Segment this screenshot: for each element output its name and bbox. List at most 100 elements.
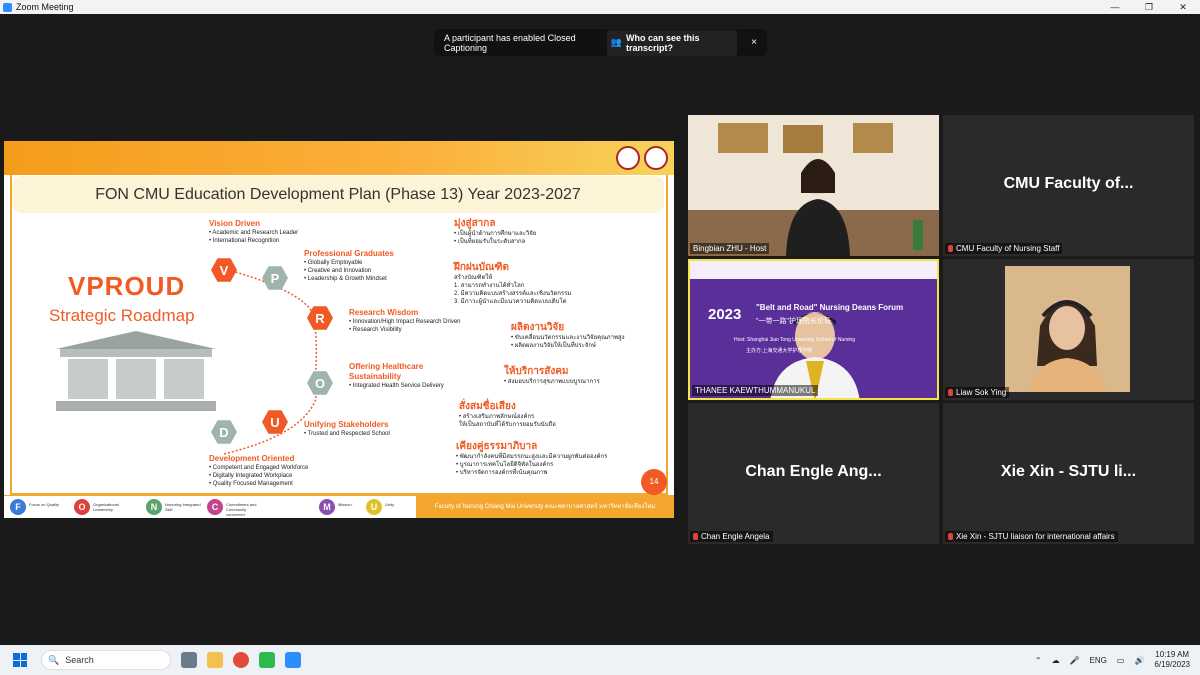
participant-name: THANEE KAEWTHUMMANUKUL — [695, 386, 816, 395]
muted-mic-icon — [948, 245, 953, 252]
microphone-icon[interactable]: 🎤 — [1070, 656, 1080, 665]
thai-item: • ผลิตผลงานวิจัยให้เป็นที่ประจักษ์ — [511, 343, 597, 349]
pillar-item: • Research Visibility — [349, 327, 402, 333]
window-title: Zoom Meeting — [16, 2, 74, 12]
host-video — [688, 115, 939, 256]
thai-item: 3. มีภาวะผู้นำและมีแนวความคิดแบบเติบโต — [454, 299, 567, 305]
participant-name-bar: CMU Faculty of Nursing Staff — [945, 243, 1063, 254]
participant-name: CMU Faculty of Nursing Staff — [956, 244, 1060, 253]
participant-tile-liaw[interactable]: Liaw Sok Ying — [943, 259, 1194, 400]
pillar-item: • Integrated Health Service Delivery — [349, 383, 444, 389]
participant-tile-cmu[interactable]: CMU Faculty of... CMU Faculty of Nursing… — [943, 115, 1194, 256]
participant-name-bar: Chan Engle Angela — [690, 531, 773, 542]
participant-tile-xie[interactable]: Xie Xin - SJTU li... Xie Xin - SJTU liai… — [943, 403, 1194, 544]
slide-footer: Faculty of Nursing Chiang Mai University… — [416, 496, 674, 518]
forum-year: 2023 — [708, 306, 742, 323]
language-indicator[interactable]: ENG — [1090, 656, 1107, 665]
clock-time: 10:19 AM — [1155, 650, 1190, 659]
participant-tile-speaker[interactable]: 2023 "Belt and Road" Nursing Deans Forum… — [688, 259, 939, 400]
file-explorer-icon[interactable] — [207, 652, 223, 668]
clock-date: 6/19/2023 — [1154, 660, 1190, 669]
vproud-title: VPROUD — [68, 271, 186, 301]
participant-name: Chan Engle Angela — [701, 532, 770, 541]
zoom-taskbar-icon[interactable] — [285, 652, 301, 668]
start-button[interactable] — [13, 653, 27, 667]
display-icon[interactable]: ▭ — [1117, 656, 1125, 665]
transcript-visibility-label: Who can see this transcript? — [626, 32, 700, 53]
pillar-vision: Vision Driven • Academic and Research Le… — [209, 219, 298, 245]
chevron-up-icon[interactable]: ⌃ — [1035, 656, 1042, 665]
pillar-research: Research Wisdom • Innovation/High Impact… — [349, 308, 461, 334]
participant-tile-host[interactable]: Bingbian ZHU - Host — [688, 115, 939, 256]
thai-item: • บูรณาการเทคโนโลยีดิจิทัลในองค์กร — [456, 462, 554, 468]
forum-host-cn: 主办方:上海交通大学护理学院 — [746, 348, 813, 354]
temple-graphic — [56, 331, 216, 411]
thai-item: • เป็นผู้นำด้านการศึกษาและวิจัย — [454, 231, 537, 237]
thai-title: ให้บริการสังคม — [504, 366, 569, 377]
thai-item: • พัฒนากำลังคนที่มีสมรรถนะสูงและมีความผู… — [456, 454, 608, 460]
participant-display-name: CMU Faculty of... — [1003, 175, 1134, 192]
maximize-button[interactable]: ❐ — [1132, 0, 1166, 14]
value-circle-m: M — [319, 499, 335, 515]
onedrive-icon[interactable]: ☁ — [1052, 656, 1060, 665]
slide-top-band — [4, 141, 674, 175]
search-label: Search — [65, 655, 94, 665]
pillar-title: Development Oriented — [209, 454, 295, 463]
muted-mic-icon — [948, 389, 953, 396]
thai-item: • ส่งมอบบริการสุขภาพแบบบูรณาการ — [504, 379, 600, 385]
close-icon[interactable]: × — [751, 37, 757, 48]
system-tray: ⌃ ☁ 🎤 ENG ▭ 🔊 10:19 AM 6/19/2023 — [1035, 645, 1190, 675]
pillar-item: • Globally Employable — [304, 260, 363, 266]
pillar-item: • Competent and Engaged Workforce — [209, 465, 309, 471]
participant-display-name: Xie Xin - SJTU li... — [1000, 463, 1137, 480]
search-icon: 🔍 — [48, 654, 60, 665]
pillar-professional: Professional Graduates • Globally Employ… — [304, 249, 394, 283]
windows-taskbar: 🔍 Search ⌃ ☁ 🎤 ENG ▭ 🔊 10:19 AM 6/19/202… — [0, 645, 1200, 675]
value-label: Commitment and Community concerned — [226, 502, 257, 517]
thai-title: ฝึกฝนบัณฑิต — [454, 262, 510, 273]
value-label: Organizational Leadership — [93, 502, 119, 512]
thai-item: 2. มีความคิดแบบสร้างสรรค์และเชิงนวัตกรรม — [454, 291, 572, 297]
taskbar-apps — [181, 652, 301, 668]
system-clock[interactable]: 10:19 AM 6/19/2023 — [1154, 650, 1190, 670]
caption-message: A participant has enabled Closed Caption… — [444, 32, 576, 53]
participant-name-bar: Bingbian ZHU - Host — [690, 243, 770, 254]
thai-block-5: สั่งสมชื่อเสียง • สร้างเสริมภาพลักษณ์องค… — [459, 400, 556, 429]
forum-title: "Belt and Road" Nursing Deans Forum — [756, 303, 904, 312]
participant-display-name: Chan Engle Ang... — [745, 463, 882, 480]
transcript-visibility-button[interactable]: 👥 Who can see this transcript? — [606, 29, 738, 56]
thai-title: ผลิตงานวิจัย — [511, 322, 565, 333]
camera-app-icon[interactable] — [181, 652, 197, 668]
pillar-development: Development Oriented • Competent and Eng… — [209, 454, 308, 488]
zoom-app-icon — [3, 2, 12, 12]
thai-block-4: ให้บริการสังคม • ส่งมอบบริการสุขภาพแบบบู… — [504, 365, 600, 386]
participant-name: Liaw Sok Ying — [956, 388, 1007, 397]
pillar-item: • Leadership & Growth Mindset — [304, 276, 387, 282]
shared-screen: FON CMU Education Development Plan (Phas… — [4, 141, 674, 518]
window-controls: — ❐ ✕ — [1098, 0, 1200, 14]
thai-block-1: มุ่งสู่สากล • เป็นผู้นำด้านการศึกษาและวิ… — [454, 217, 536, 246]
pillar-title: Vision Driven — [209, 219, 260, 228]
roadmap-subtitle: Strategic Roadmap — [49, 306, 195, 325]
line-app-icon[interactable] — [259, 652, 275, 668]
nurse-cmu-logo — [644, 146, 668, 170]
pillar-title: Offering Healthcare Sustainability — [349, 362, 424, 381]
participant-tile-chan[interactable]: Chan Engle Ang... Chan Engle Angela — [688, 403, 939, 544]
chrome-icon[interactable] — [233, 652, 249, 668]
value-circle-o: O — [74, 499, 90, 515]
volume-icon[interactable]: 🔊 — [1134, 656, 1144, 665]
liaw-video — [1005, 266, 1130, 392]
slide-logos — [616, 146, 668, 170]
value-label: Focus on Quality — [29, 502, 60, 507]
taskbar-search[interactable]: 🔍 Search — [41, 650, 171, 670]
value-circle-f: F — [10, 499, 26, 515]
slide-page-number: 14 — [641, 469, 667, 495]
participant-name-bar: THANEE KAEWTHUMMANUKUL — [692, 385, 819, 396]
thai-item: 1. สามารถทำงานได้ทั่วโลก — [454, 283, 525, 289]
minimize-button[interactable]: — — [1098, 0, 1132, 14]
pillar-item: • Academic and Research Leader — [209, 230, 299, 236]
thai-title: สั่งสมชื่อเสียง — [459, 401, 516, 412]
value-label: Nurturing Integrated Skill — [165, 502, 201, 512]
cmu-seal-logo — [616, 146, 640, 170]
close-window-button[interactable]: ✕ — [1166, 0, 1200, 14]
